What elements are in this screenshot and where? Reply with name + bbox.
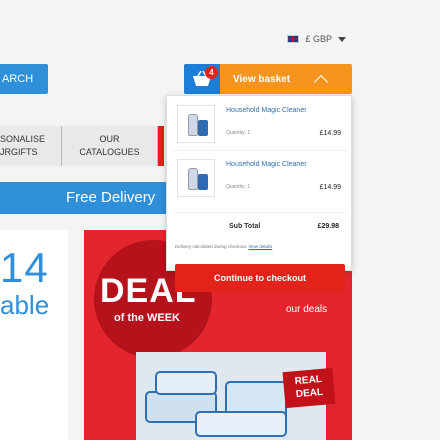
bottle-icon <box>188 114 198 136</box>
continue-checkout-button[interactable]: Continue to checkout <box>175 264 345 292</box>
hero-year: 14 <box>0 244 49 291</box>
basket-item[interactable]: Household Magic Cleaner Quantity: 1 £14.… <box>173 156 347 200</box>
our-deals-link[interactable]: our deals <box>286 304 327 315</box>
delivery-note-text: Delivery calculated during checkout. <box>175 244 248 249</box>
basket-item[interactable]: Household Magic Cleaner Quantity: 1 £14.… <box>173 102 347 146</box>
bottle-icon <box>198 120 208 136</box>
nav-label: OUR <box>99 134 120 144</box>
product-qty: Quantity: 1 <box>226 184 251 190</box>
deal-subtitle: of the WEEK <box>114 312 180 324</box>
divider <box>173 212 347 213</box>
view-details-link[interactable]: View details <box>248 244 272 249</box>
basket-dropdown: Household Magic Cleaner Quantity: 1 £14.… <box>166 95 352 292</box>
currency-selector[interactable]: £ GBP <box>287 34 346 44</box>
product-name[interactable]: Household Magic Cleaner <box>226 106 316 115</box>
chevron-up-icon[interactable] <box>314 74 329 90</box>
delivery-note: Delivery calculated during checkout. Vie… <box>175 244 272 249</box>
product-thumbnail <box>177 105 215 143</box>
nav-accent <box>158 126 164 166</box>
view-basket-button[interactable]: View basket <box>233 74 290 85</box>
real-deal-badge: REAL DEAL <box>282 367 336 409</box>
basket-bar[interactable]: 4 View basket <box>184 64 352 94</box>
product-qty: Quantity: 1 <box>226 130 251 136</box>
nav-item-personalise[interactable]: SONALISE JRGIFTS <box>0 126 62 166</box>
bottle-icon <box>198 174 208 190</box>
nav-label: SONALISE <box>0 134 46 144</box>
product-name[interactable]: Household Magic Cleaner <box>226 160 316 169</box>
nav-item-catalogues[interactable]: OUR CATALOGUES <box>62 126 158 166</box>
divider <box>173 150 347 151</box>
hero-word: able <box>0 290 50 320</box>
free-delivery-banner[interactable]: Free Delivery <box>0 182 172 214</box>
uk-flag-icon <box>287 35 300 43</box>
product-price: £14.99 <box>319 130 341 137</box>
search-button[interactable]: ARCH <box>0 64 48 94</box>
currency-label: £ GBP <box>305 34 332 44</box>
top-bar <box>0 0 440 60</box>
main-nav: SONALISE JRGIFTS OUR CATALOGUES <box>0 126 164 166</box>
subtotal-label: Sub Total <box>229 223 261 230</box>
basket-icon-box[interactable]: 4 <box>184 64 220 94</box>
basket-count-badge: 4 <box>205 66 218 79</box>
nav-label: JRGIFTS <box>0 147 38 157</box>
bottle-icon <box>188 168 198 190</box>
product-thumbnail <box>177 159 215 197</box>
nav-label: CATALOGUES <box>79 147 140 157</box>
subtotal-value: £29.98 <box>317 223 339 230</box>
caret-down-icon <box>338 36 346 42</box>
product-price: £14.99 <box>319 184 341 191</box>
